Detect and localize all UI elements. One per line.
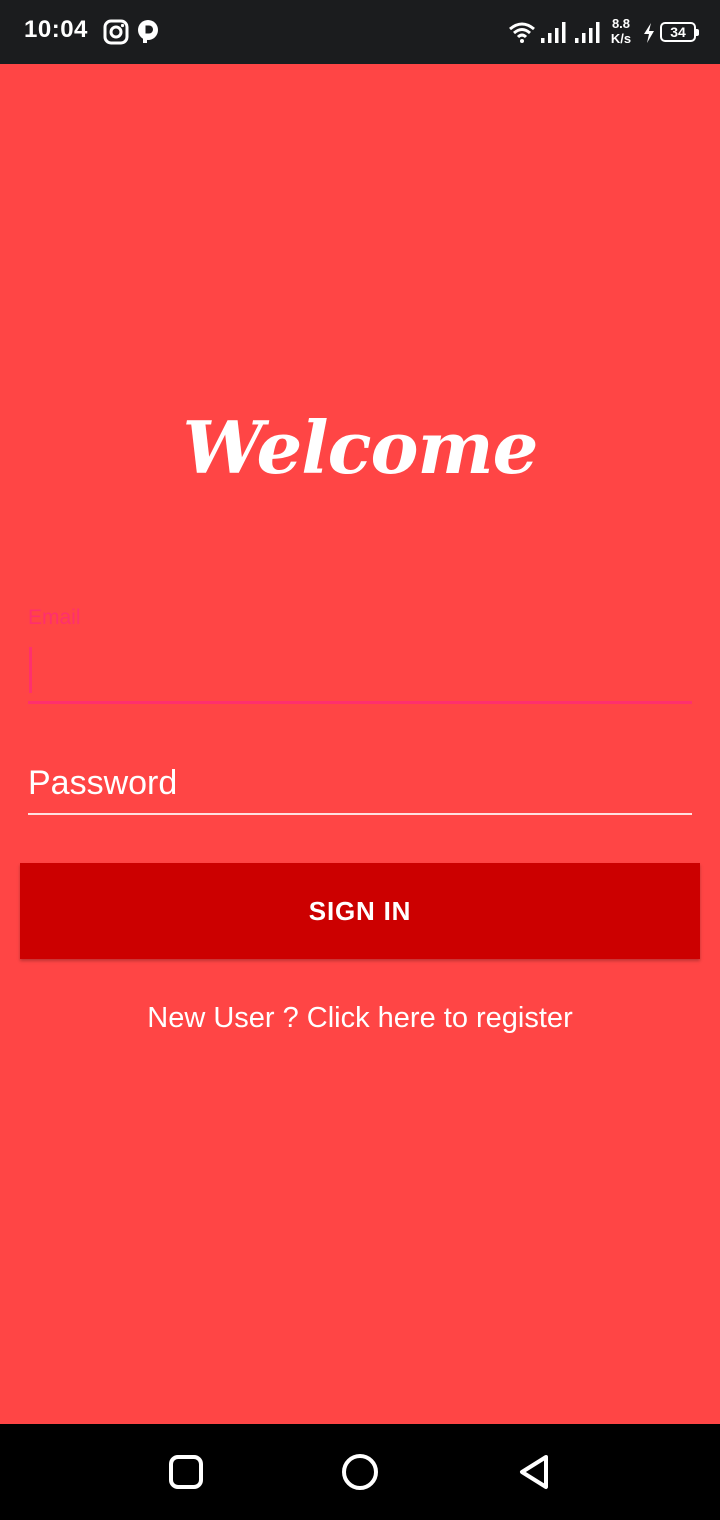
navigation-bar [0, 1424, 720, 1520]
signal-icon [575, 22, 600, 43]
sign-in-button[interactable]: SIGN IN [20, 863, 700, 959]
status-bar: 10:04 8.8 K/s 34 [0, 0, 720, 64]
password-field[interactable]: Password [28, 755, 692, 815]
home-icon[interactable] [340, 1452, 380, 1492]
network-speed: 8.8 K/s [606, 16, 636, 46]
welcome-title: Welcome [182, 405, 538, 490]
network-speed-unit: K/s [610, 31, 632, 46]
status-time: 10:04 [24, 16, 88, 43]
charging-icon [644, 23, 654, 43]
instagram-icon [103, 19, 129, 45]
signal-icon [541, 22, 566, 43]
email-field[interactable] [28, 640, 692, 704]
battery-level: 34 [670, 24, 686, 40]
email-label: Email [28, 606, 81, 629]
sign-in-label: SIGN IN [308, 895, 412, 926]
network-speed-value: 8.8 [611, 16, 631, 31]
register-link[interactable]: New User ? Click here to register [0, 1002, 720, 1035]
password-placeholder: Password [28, 764, 178, 802]
recents-icon[interactable] [168, 1454, 204, 1490]
wifi-icon [509, 22, 535, 43]
text-cursor [29, 647, 32, 693]
pinterest-icon [138, 20, 158, 43]
battery-icon: 34 [660, 22, 699, 42]
back-icon[interactable] [514, 1452, 554, 1492]
